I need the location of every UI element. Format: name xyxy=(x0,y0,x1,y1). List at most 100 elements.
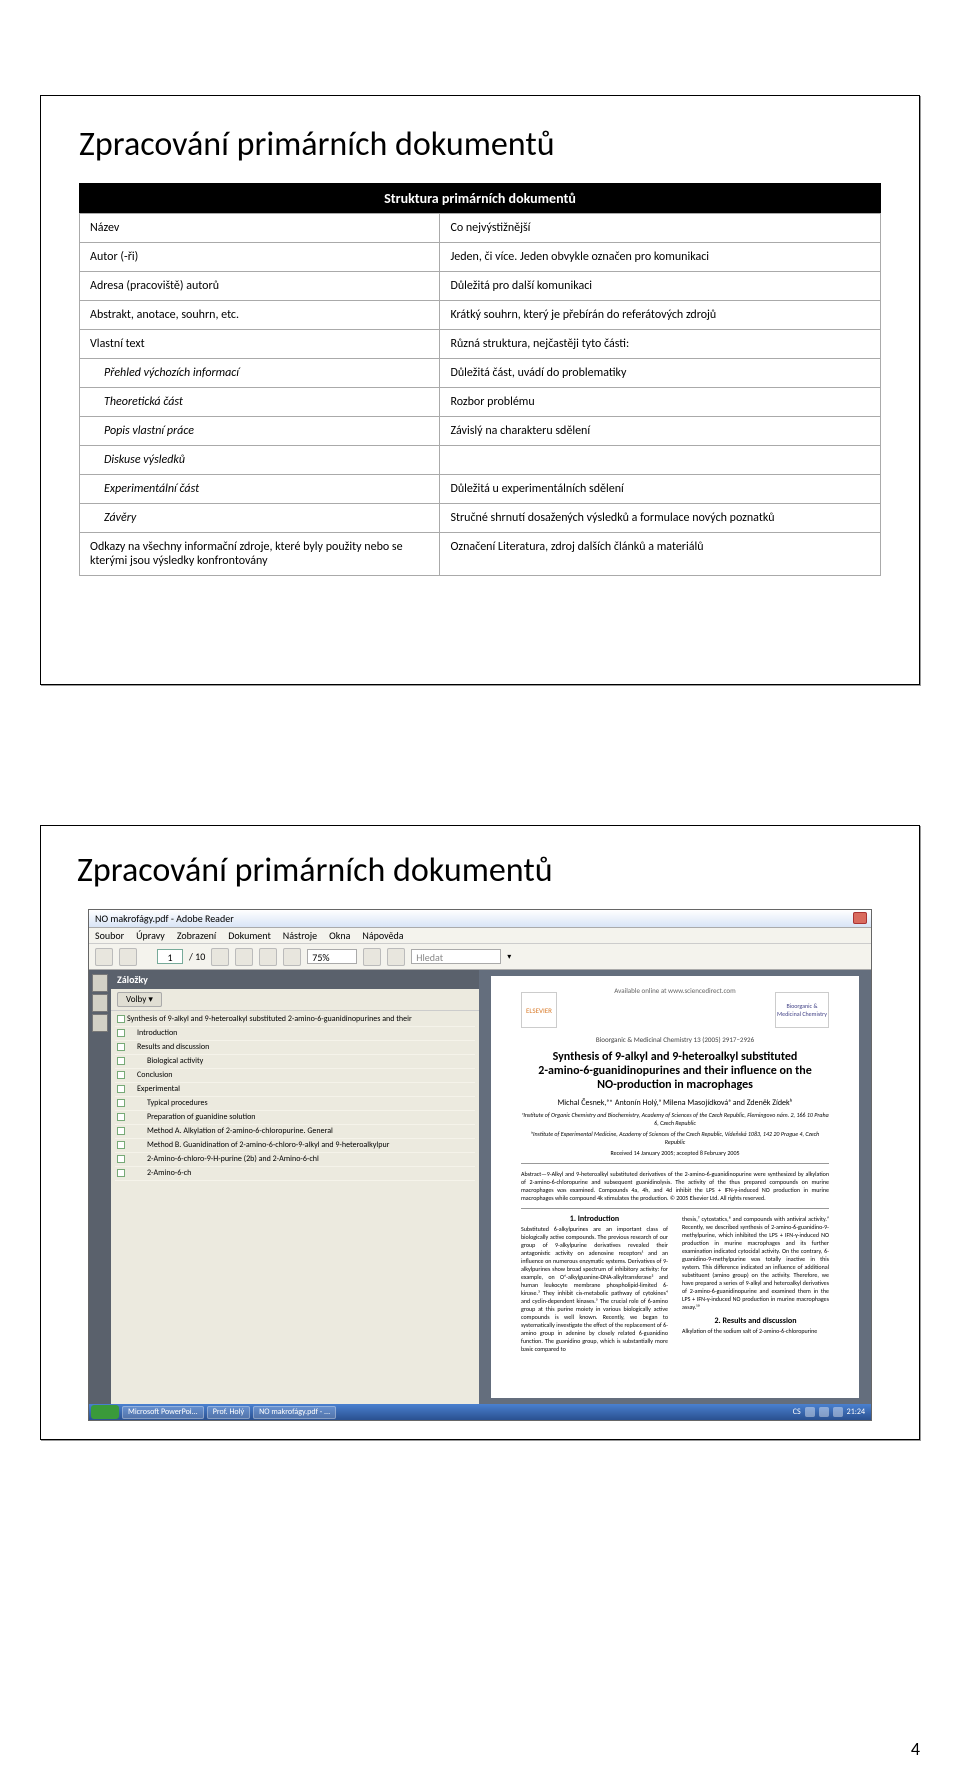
page-current-input[interactable]: 1 xyxy=(157,949,183,964)
paper-abstract: Abstract—9-Alkyl and 9-heteroalkyl subst… xyxy=(521,1170,829,1202)
page-number: 4 xyxy=(911,1738,920,1760)
paper-authors: Michal Česnek,ᵃ* Antonín Holý,ᵃ Milena M… xyxy=(521,1098,829,1108)
lang-indicator[interactable]: CS xyxy=(793,1407,801,1417)
paper-received: Received 14 January 2005; accepted 8 Feb… xyxy=(521,1149,829,1157)
prev-page-icon[interactable] xyxy=(211,948,229,966)
table-row-label: Odkazy na všechny informační zdroje, kte… xyxy=(80,533,440,576)
elsevier-logo: ELSEVIER xyxy=(521,992,557,1028)
bookmark-item[interactable]: Experimental xyxy=(115,1083,475,1097)
options-button[interactable]: Volby ▾ xyxy=(117,992,162,1007)
slide1-title: Zpracování primárních dokumentů xyxy=(79,124,881,165)
paper-affiliation-1: ᵃInstitute of Organic Chemistry and Bioc… xyxy=(521,1111,829,1127)
attachments-tab-icon[interactable] xyxy=(92,1014,108,1032)
table-row-value: Závislý na charakteru sdělení xyxy=(440,417,881,446)
table-row-label: Adresa (pracoviště) autorů xyxy=(80,272,440,301)
window-titlebar: NO makrofágy.pdf - Adobe Reader xyxy=(89,910,871,928)
paper-col-right: thesis,⁷ cytostatics,⁸ and compounds wit… xyxy=(682,1215,829,1353)
menu-item[interactable]: Zobrazení xyxy=(177,929,216,942)
taskbar-item[interactable]: Prof. Holý xyxy=(207,1406,250,1419)
bookmark-item[interactable]: Introduction xyxy=(115,1027,475,1041)
document-area[interactable]: Available online at www.sciencedirect.co… xyxy=(479,970,871,1404)
table-row-value: Jeden, či více. Jeden obvykle označen pr… xyxy=(440,243,881,272)
table-row-value: Označení Literatura, zdroj dalších článk… xyxy=(440,533,881,576)
bookmark-item[interactable]: Preparation of guanidine solution xyxy=(115,1111,475,1125)
menu-bar: Soubor Úpravy Zobrazení Dokument Nástroje Okn… xyxy=(89,928,871,944)
journal-cover: Bioorganic & Medicinal Chemistry xyxy=(775,992,829,1028)
bookmarks-tab-icon[interactable] xyxy=(92,994,108,1012)
menu-item[interactable]: Dokument xyxy=(228,929,271,942)
bookmark-item[interactable]: 2-Amino-6-chloro-9-H-purine (2b) and 2-A… xyxy=(115,1153,475,1167)
bookmark-item[interactable]: Method A. Alkylation of 2-amino-6-chloro… xyxy=(115,1125,475,1139)
table-row-value: Krátký souhrn, který je přebírán do refe… xyxy=(440,301,881,330)
reader-body: Záložky Volby ▾ Synthesis of 9-alkyl and… xyxy=(89,970,871,1404)
menu-item[interactable]: Soubor xyxy=(95,929,124,942)
menu-item[interactable]: Úpravy xyxy=(136,929,165,942)
start-button[interactable] xyxy=(91,1405,119,1419)
zoom-out-icon[interactable] xyxy=(259,948,277,966)
table-row-value: Stručné shrnutí dosažených výsledků a fo… xyxy=(440,504,881,533)
zoom-select[interactable]: 75% xyxy=(307,949,357,964)
toolbar: 1 / 10 75% Hledat ▾ xyxy=(89,944,871,970)
table-row-value: Různá struktura, nejčastěji tyto části: xyxy=(440,330,881,359)
fit-page-icon[interactable] xyxy=(387,948,405,966)
bookmark-item[interactable]: Conclusion xyxy=(115,1069,475,1083)
zoom-in-icon[interactable] xyxy=(283,948,301,966)
window-title: NO makrofágy.pdf - Adobe Reader xyxy=(95,912,234,925)
table-header: Struktura primárních dokumentů xyxy=(80,184,881,214)
table-row-label: Popis vlastní práce xyxy=(80,417,440,446)
fit-width-icon[interactable] xyxy=(363,948,381,966)
tray-icon[interactable] xyxy=(819,1407,829,1417)
table-row-value xyxy=(440,446,881,475)
table-row-value: Důležitá část, uvádí do problematiky xyxy=(440,359,881,388)
bookmark-item[interactable]: Biological activity xyxy=(115,1055,475,1069)
search-input[interactable]: Hledat xyxy=(411,949,501,964)
bookmark-item[interactable]: Synthesis of 9-alkyl and 9-heteroalkyl s… xyxy=(115,1013,475,1027)
tray-icon[interactable] xyxy=(805,1407,815,1417)
table-row-value: Rozbor problému xyxy=(440,388,881,417)
page-total: / 10 xyxy=(189,950,205,963)
table-row-label: Abstrakt, anotace, souhrn, etc. xyxy=(80,301,440,330)
pdf-reader-window: NO makrofágy.pdf - Adobe Reader Soubor Úp… xyxy=(88,909,872,1421)
bookmark-item[interactable]: Results and discussion xyxy=(115,1041,475,1055)
table-row-value: Důležitá u experimentálních sdělení xyxy=(440,475,881,504)
table-row-label: Přehled výchozích informací xyxy=(80,359,440,388)
journal-line: Bioorganic & Medicinal Chemistry 13 (200… xyxy=(521,1035,829,1044)
table-row-label: Autor (-ři) xyxy=(80,243,440,272)
table-row-label: Závěry xyxy=(80,504,440,533)
menu-item[interactable]: Nápověda xyxy=(362,929,403,942)
pdf-page: Available online at www.sciencedirect.co… xyxy=(491,976,859,1398)
table-row-label: Experimentální část xyxy=(80,475,440,504)
system-tray: CS 21:24 xyxy=(793,1407,869,1417)
tray-icon[interactable] xyxy=(833,1407,843,1417)
table-row-value: Důležitá pro další komunikaci xyxy=(440,272,881,301)
structure-table: Struktura primárních dokumentů NázevCo n… xyxy=(79,183,881,576)
windows-taskbar: Microsoft PowerPoi... Prof. Holý NO makr… xyxy=(89,1404,871,1420)
slide-2: Zpracování primárních dokumentů NO makro… xyxy=(40,825,920,1440)
bookmarks-outline: Synthesis of 9-alkyl and 9-heteroalkyl s… xyxy=(111,1011,479,1185)
slide-1: Zpracování primárních dokumentů Struktur… xyxy=(40,95,920,685)
bookmarks-panel: Záložky Volby ▾ Synthesis of 9-alkyl and… xyxy=(111,970,479,1404)
table-row-value: Co nejvýstižnější xyxy=(440,214,881,243)
menu-item[interactable]: Okna xyxy=(329,929,350,942)
paper-col-left: 1. Introduction Substituted 6-alkylpurin… xyxy=(521,1215,668,1353)
bookmark-item[interactable]: Method B. Guanidination of 2-amino-6-chl… xyxy=(115,1139,475,1153)
close-icon[interactable] xyxy=(853,912,867,924)
paper-affiliation-2: ᵇInstitute of Experimental Medicine, Aca… xyxy=(521,1130,829,1146)
menu-item[interactable]: Nástroje xyxy=(283,929,317,942)
slide2-title: Zpracování primárních dokumentů xyxy=(77,850,883,891)
panel-title: Záložky xyxy=(111,970,479,989)
next-page-icon[interactable] xyxy=(235,948,253,966)
paper-title: Synthesis of 9-alkyl and 9-heteroalkyl s… xyxy=(521,1050,829,1092)
table-row-label: Vlastní text xyxy=(80,330,440,359)
clock[interactable]: 21:24 xyxy=(847,1407,865,1417)
pages-tab-icon[interactable] xyxy=(92,974,108,992)
table-row-label: Název xyxy=(80,214,440,243)
table-row-label: Theoretická část xyxy=(80,388,440,417)
bookmark-item[interactable]: 2-Amino-6-ch xyxy=(115,1167,475,1181)
email-icon[interactable] xyxy=(119,948,137,966)
taskbar-item[interactable]: Microsoft PowerPoi... xyxy=(122,1406,204,1419)
taskbar-item[interactable]: NO makrofágy.pdf - ... xyxy=(253,1406,336,1419)
sidebar-tabs xyxy=(89,970,111,1404)
bookmark-item[interactable]: Typical procedures xyxy=(115,1097,475,1111)
print-icon[interactable] xyxy=(95,948,113,966)
